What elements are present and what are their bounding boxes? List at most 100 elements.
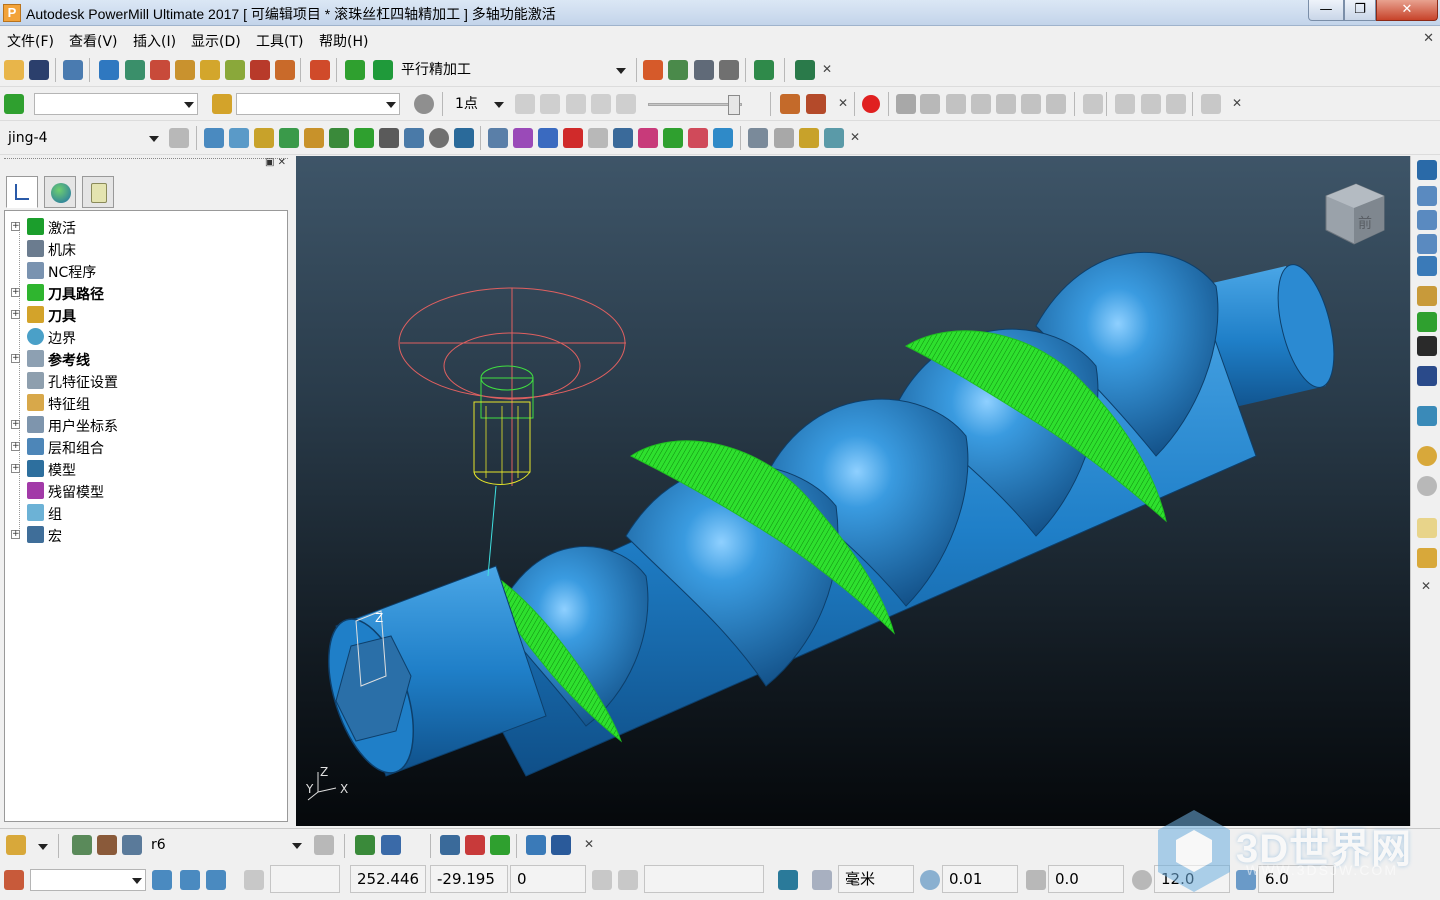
menu-view[interactable]: 查看(V) — [69, 31, 118, 51]
first-point-icon[interactable] — [515, 94, 535, 114]
toolbar-close-icon[interactable]: ✕ — [1230, 97, 1244, 111]
view-cube[interactable]: 前 — [1325, 183, 1385, 245]
view-right-icon[interactable] — [1417, 210, 1437, 230]
snap-icon[interactable] — [618, 870, 638, 890]
reorder-icon[interactable] — [279, 128, 299, 148]
lightbulb-icon[interactable] — [414, 94, 434, 114]
direction-icon[interactable] — [663, 128, 683, 148]
rotate-icon[interactable] — [588, 128, 608, 148]
tool-edit-icon[interactable] — [355, 835, 375, 855]
toolbar-close-icon[interactable]: ✕ — [820, 63, 834, 77]
expand-icon[interactable]: + — [11, 530, 20, 539]
limit-icon[interactable] — [304, 128, 324, 148]
workplane-status-icon[interactable] — [4, 870, 24, 890]
tool-magnet-icon[interactable] — [799, 128, 819, 148]
refresh-view-icon[interactable] — [1417, 312, 1437, 332]
expand-icon[interactable]: + — [11, 442, 20, 451]
expand-icon[interactable]: + — [11, 288, 20, 297]
workplane-create-icon[interactable] — [152, 870, 172, 890]
grid-icon[interactable] — [244, 870, 264, 890]
end-mill-icon[interactable] — [72, 835, 92, 855]
undo-select-icon[interactable] — [1417, 548, 1437, 568]
next-point-icon[interactable] — [591, 94, 611, 114]
coordinate-table-icon[interactable] — [592, 870, 612, 890]
expand-icon[interactable]: + — [11, 420, 20, 429]
lift-icon[interactable] — [688, 128, 708, 148]
fit-arcs-icon[interactable] — [713, 128, 733, 148]
tool-combo[interactable] — [236, 93, 400, 115]
slider-thumb[interactable] — [728, 95, 740, 115]
zoom-icon[interactable] — [1417, 286, 1437, 306]
toolpath-combo[interactable] — [34, 93, 198, 115]
stock-shading-icon[interactable] — [996, 94, 1016, 114]
simulation-view-icon[interactable] — [806, 94, 826, 114]
record-icon[interactable] — [862, 95, 880, 113]
view-front-icon[interactable] — [1417, 186, 1437, 206]
minimize-button[interactable]: — — [1308, 0, 1344, 21]
block-icon[interactable] — [99, 60, 119, 80]
edit-toolpath-icon[interactable] — [754, 60, 774, 80]
zoom-box-icon[interactable] — [1417, 366, 1437, 386]
tool-axis-edit-icon[interactable] — [440, 835, 460, 855]
tip-radius-icon[interactable] — [122, 835, 142, 855]
collision-check-icon[interactable] — [643, 60, 663, 80]
select-segment-icon[interactable] — [513, 128, 533, 148]
select-cursor-icon[interactable] — [1417, 518, 1437, 538]
calculator-icon[interactable] — [694, 60, 714, 80]
toolpath-strategies-icon[interactable] — [345, 60, 365, 80]
ball-nose-icon[interactable] — [97, 835, 117, 855]
tool-holder-icon[interactable] — [824, 128, 844, 148]
graphics-viewport[interactable]: Z Z X Y 前 — [296, 156, 1410, 826]
feeds-speeds-icon[interactable] — [150, 60, 170, 80]
select-all-icon[interactable] — [538, 128, 558, 148]
last-point-icon[interactable] — [616, 94, 636, 114]
shaded-model-icon[interactable] — [1417, 406, 1437, 426]
inspect-icon[interactable] — [748, 128, 768, 148]
tool-settings-icon[interactable] — [381, 835, 401, 855]
machine-tool-icon[interactable] — [1083, 94, 1103, 114]
toolbar-close-icon[interactable]: ✕ — [1419, 580, 1433, 594]
rapid-move-icon[interactable] — [125, 60, 145, 80]
cut-view-icon[interactable] — [1115, 94, 1135, 114]
copy-icon[interactable] — [404, 128, 424, 148]
leads-links-icon[interactable] — [175, 60, 195, 80]
expand-icon[interactable]: + — [11, 222, 20, 231]
zoom-fit-icon[interactable] — [1417, 336, 1437, 356]
print-icon[interactable] — [63, 60, 83, 80]
reverse-icon[interactable] — [638, 128, 658, 148]
start-point-icon[interactable] — [200, 60, 220, 80]
maximize-button[interactable]: ❐ — [1344, 0, 1376, 21]
tool-magnet-icon[interactable] — [6, 835, 26, 855]
machine-toolpath-icon[interactable] — [310, 60, 330, 80]
workplane-align-icon[interactable] — [180, 870, 200, 890]
end-point-icon[interactable] — [225, 60, 245, 80]
tool-axis-icon[interactable] — [250, 60, 270, 80]
tool-pencil-icon[interactable] — [526, 835, 546, 855]
shading-mode-icon[interactable] — [920, 94, 940, 114]
expand-icon[interactable]: + — [11, 464, 20, 473]
explorer-header-buttons[interactable]: ▣ ✕ — [265, 157, 286, 168]
previous-point-icon[interactable] — [540, 94, 560, 114]
curve-edit-icon[interactable] — [229, 128, 249, 148]
points-icon[interactable] — [563, 128, 583, 148]
direction-shading-icon[interactable] — [971, 94, 991, 114]
simulation-options-icon[interactable] — [1201, 94, 1221, 114]
menu-help[interactable]: 帮助(H) — [319, 31, 368, 51]
simulation-window-icon[interactable] — [780, 94, 800, 114]
measure-icon[interactable] — [719, 60, 739, 80]
rainbow-shading-icon[interactable] — [946, 94, 966, 114]
toolbar-close-icon[interactable]: ✕ — [848, 131, 862, 145]
verify-icon[interactable] — [668, 60, 688, 80]
boundary-edit-icon[interactable] — [254, 128, 274, 148]
split-icon[interactable] — [354, 128, 374, 148]
wireframe-icon[interactable] — [1417, 476, 1437, 496]
expand-icon[interactable]: + — [11, 310, 20, 319]
open-project-icon[interactable] — [4, 60, 24, 80]
tab-explorer[interactable] — [6, 176, 38, 208]
stock-view-icon[interactable] — [1141, 94, 1161, 114]
menu-display[interactable]: 显示(D) — [191, 31, 241, 51]
point-distribution-icon[interactable] — [275, 60, 295, 80]
view-left-icon[interactable] — [1417, 234, 1437, 254]
move-icon[interactable] — [613, 128, 633, 148]
tab-web[interactable] — [44, 176, 76, 208]
